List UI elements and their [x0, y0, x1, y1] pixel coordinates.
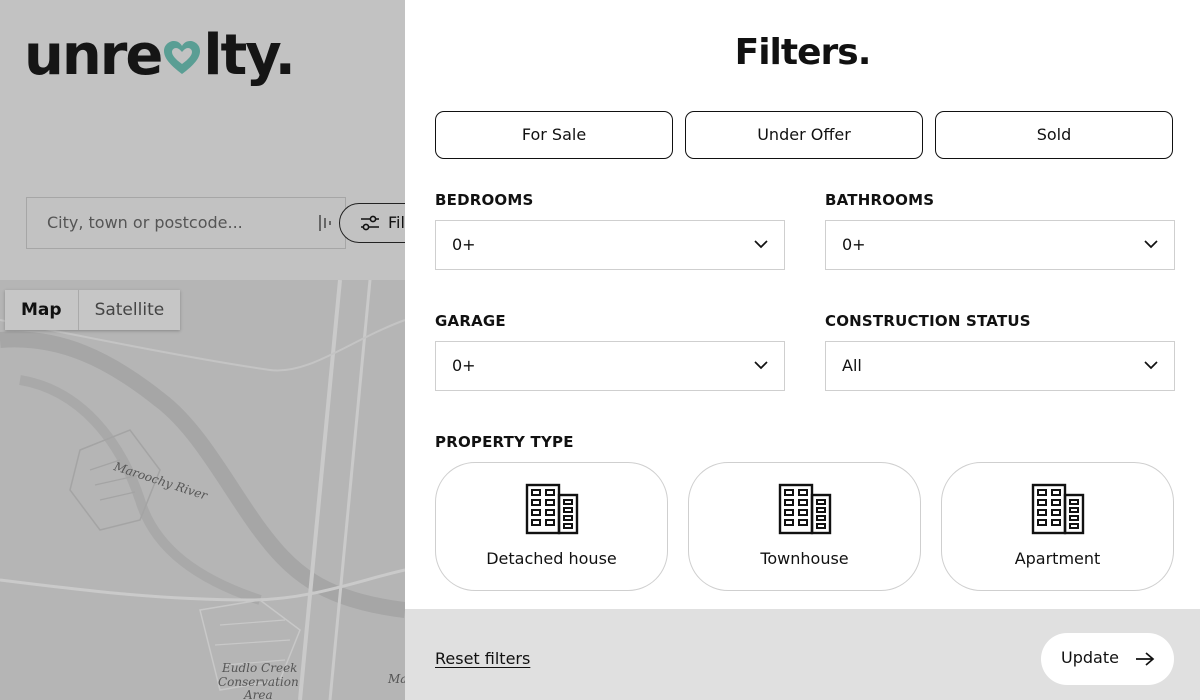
update-button-label: Update — [1061, 648, 1119, 667]
map-label-area: Area — [244, 688, 273, 700]
chevron-down-icon — [1144, 240, 1158, 249]
chevron-down-icon — [754, 240, 768, 249]
panel-footer: Reset filters Update — [405, 609, 1200, 700]
property-type-apartment[interactable]: Apartment — [941, 462, 1174, 591]
map-toggle-satellite[interactable]: Satellite — [79, 290, 181, 330]
property-type-detached-house-label: Detached house — [486, 549, 617, 568]
bedrooms-value: 0+ — [452, 235, 476, 254]
map-toggle-map[interactable]: Map — [5, 290, 79, 330]
map-view[interactable]: Maroochy River Eudlo Creek Conservation … — [0, 280, 405, 700]
garage-value: 0+ — [452, 356, 476, 375]
arrow-right-icon — [1136, 652, 1155, 666]
chevron-down-icon — [1144, 361, 1158, 370]
filters-panel: Filters. For Sale Under Offer Sold BEDRO… — [405, 0, 1200, 700]
building-icon — [1031, 483, 1085, 535]
status-under-offer-button[interactable]: Under Offer — [685, 111, 923, 159]
property-type-townhouse[interactable]: Townhouse — [688, 462, 921, 591]
bedrooms-label: BEDROOMS — [435, 191, 534, 209]
map-label-edge: Ma — [388, 672, 405, 686]
map-type-toggle: Map Satellite — [5, 290, 181, 330]
background-page: unrelty. City, town or postcode... Filte… — [0, 0, 405, 700]
reset-filters-link[interactable]: Reset filters — [435, 649, 530, 668]
map-label-creek: Eudlo Creek — [222, 661, 298, 675]
property-type-label: PROPERTY TYPE — [435, 433, 574, 451]
bedrooms-select[interactable]: 0+ — [435, 220, 785, 270]
brand-logo[interactable]: unre lty. — [24, 28, 296, 84]
status-sold-button[interactable]: Sold — [935, 111, 1173, 159]
garage-label: GARAGE — [435, 312, 506, 330]
property-type-townhouse-label: Townhouse — [760, 549, 849, 568]
property-type-apartment-label: Apartment — [1014, 549, 1101, 568]
property-type-detached-house[interactable]: Detached house — [435, 462, 668, 591]
heart-icon — [164, 41, 201, 74]
garage-select[interactable]: 0+ — [435, 341, 785, 391]
logo-text-prefix: unre — [24, 23, 163, 88]
construction-status-label: CONSTRUCTION STATUS — [825, 312, 1031, 330]
chevron-down-icon — [754, 361, 768, 370]
search-input[interactable]: City, town or postcode... — [26, 197, 346, 249]
building-icon — [778, 483, 832, 535]
map-label-conservation: Conservation — [218, 675, 299, 689]
status-for-sale-button[interactable]: For Sale — [435, 111, 673, 159]
search-placeholder: City, town or postcode... — [47, 213, 243, 232]
sliders-icon — [361, 215, 379, 231]
page-header: unrelty. City, town or postcode... Filte… — [0, 0, 405, 280]
bathrooms-select[interactable]: 0+ — [825, 220, 1175, 270]
bathrooms-label: BATHROOMS — [825, 191, 935, 209]
construction-status-value: All — [842, 356, 862, 375]
panel-title: Filters. — [734, 32, 872, 73]
logo-text-suffix: lty. — [203, 23, 296, 88]
building-icon — [525, 483, 579, 535]
voice-icon[interactable] — [319, 215, 331, 231]
filters-button[interactable]: Filters — [339, 203, 405, 243]
bathrooms-value: 0+ — [842, 235, 866, 254]
construction-status-select[interactable]: All — [825, 341, 1175, 391]
update-button[interactable]: Update — [1041, 633, 1174, 685]
filters-button-label: Filters — [388, 213, 405, 232]
